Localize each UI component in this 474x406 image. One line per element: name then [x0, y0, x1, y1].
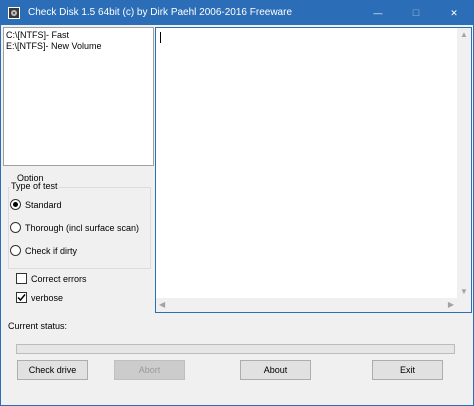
- radio-check-if-dirty-label: Check if dirty: [25, 245, 78, 256]
- option-panel: Option Type of test Standard Thorough (i…: [3, 167, 154, 313]
- type-of-test-label: Type of test: [10, 181, 59, 191]
- current-status-label: Current status:: [8, 321, 68, 331]
- radio-check-if-dirty-indicator[interactable]: [10, 245, 21, 256]
- checkbox-correct-errors[interactable]: Correct errors: [16, 273, 87, 284]
- checkbox-verbose-box[interactable]: [16, 292, 27, 303]
- drive-item-e[interactable]: E:\[NTFS]- New Volume: [6, 41, 102, 51]
- log-output[interactable]: ▲ ▼ ◀ ▶: [155, 27, 472, 313]
- radio-standard-label: Standard: [25, 199, 62, 210]
- scroll-left-icon[interactable]: ◀: [159, 301, 165, 309]
- title-bar[interactable]: Check Disk 1.5 64bit (c) by Dirk Paehl 2…: [1, 1, 473, 25]
- radio-thorough-label: Thorough (incl surface scan): [25, 222, 140, 233]
- radio-thorough-indicator[interactable]: [10, 222, 21, 233]
- scroll-right-icon[interactable]: ▶: [448, 301, 454, 309]
- radio-standard-indicator[interactable]: [10, 199, 21, 210]
- minimize-button[interactable]: —: [359, 1, 397, 25]
- check-disk-window: Check Disk 1.5 64bit (c) by Dirk Paehl 2…: [0, 0, 474, 406]
- drive-item-c[interactable]: C:\[NTFS]- Fast: [6, 30, 69, 40]
- checkbox-verbose-label: verbose: [31, 292, 64, 303]
- close-button[interactable]: ✕: [435, 1, 473, 25]
- about-button[interactable]: About: [240, 360, 311, 380]
- scrollbar-corner: [457, 298, 471, 312]
- progress-bar: [16, 344, 455, 354]
- text-caret: [160, 32, 161, 43]
- abort-button[interactable]: Abort: [114, 360, 185, 380]
- checkbox-correct-errors-box[interactable]: [16, 273, 27, 284]
- radio-standard[interactable]: Standard: [10, 199, 62, 210]
- exit-button[interactable]: Exit: [372, 360, 443, 380]
- scroll-up-icon[interactable]: ▲: [460, 31, 468, 39]
- check-drive-button[interactable]: Check drive: [17, 360, 88, 380]
- horizontal-scrollbar[interactable]: ◀ ▶: [156, 298, 457, 312]
- checkmark-icon: [17, 294, 26, 302]
- radio-check-if-dirty[interactable]: Check if dirty: [10, 245, 77, 256]
- radio-thorough[interactable]: Thorough (incl surface scan): [10, 222, 139, 233]
- vertical-scrollbar[interactable]: ▲ ▼: [457, 28, 471, 298]
- window-title: Check Disk 1.5 64bit (c) by Dirk Paehl 2…: [28, 7, 293, 18]
- maximize-button[interactable]: ☐: [397, 1, 435, 25]
- checkbox-correct-errors-label: Correct errors: [31, 273, 87, 284]
- checkbox-verbose[interactable]: verbose: [16, 292, 63, 303]
- disk-app-icon: [8, 7, 20, 19]
- scroll-down-icon[interactable]: ▼: [460, 288, 468, 296]
- drive-list[interactable]: C:\[NTFS]- Fast E:\[NTFS]- New Volume: [3, 27, 154, 166]
